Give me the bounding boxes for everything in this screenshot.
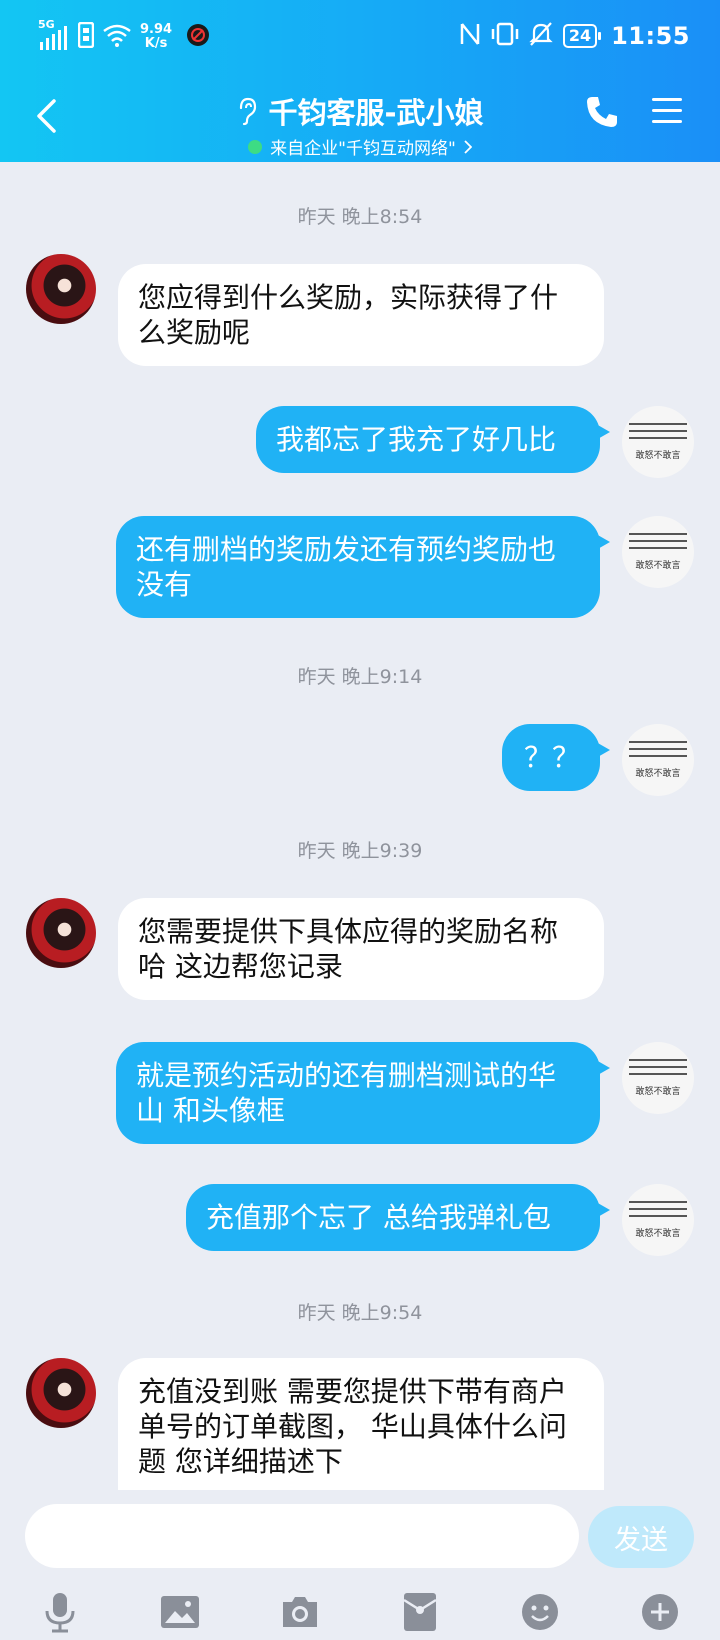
avatar-staff-lines: [629, 1059, 687, 1080]
clock: 11:55: [611, 22, 690, 50]
outgoing-message[interactable]: 就是预约活动的还有删档测试的华山 和头像框: [116, 1042, 610, 1144]
outgoing-message[interactable]: 我都忘了我充了好几比: [256, 406, 610, 473]
camera-icon: [283, 1597, 317, 1627]
photo-button[interactable]: [158, 1590, 202, 1634]
avatar-text: 敢怒不敢言: [635, 769, 681, 779]
call-button[interactable]: [584, 94, 624, 134]
incoming-message[interactable]: 您需要提供下具体应得的奖励名称哈 这边帮您记录: [118, 898, 604, 1000]
user-avatar[interactable]: 敢怒不敢言: [622, 516, 694, 588]
chat-title: 千钧客服-武小娘: [236, 90, 484, 132]
menu-button[interactable]: [650, 96, 688, 132]
agent-avatar[interactable]: [26, 254, 96, 324]
network-speed: 9.94 K/s: [140, 23, 172, 51]
timestamp: 昨天 晚上9:54: [297, 1302, 423, 1324]
no-disturb-icon: [186, 23, 210, 51]
avatar-text: 敢怒不敢言: [635, 1087, 681, 1097]
user-avatar[interactable]: 敢怒不敢言: [622, 1042, 694, 1114]
battery-indicator: 24: [562, 24, 602, 48]
image-icon: [161, 1596, 199, 1628]
avatar-staff-lines: [629, 741, 687, 762]
status-bar: 5G 9.94 K/s 24 11:55: [0, 0, 720, 72]
title-bar: 千钧客服-武小娘 来自企业"千钧互动网络": [0, 80, 720, 162]
vibrate-icon: [491, 22, 519, 50]
timestamp: 昨天 晚上9:39: [297, 840, 423, 862]
composer-toolbar: [0, 1586, 720, 1640]
timestamp: 昨天 晚上8:54: [297, 206, 423, 228]
agent-avatar[interactable]: [26, 1358, 96, 1428]
phone-icon: [587, 97, 617, 127]
voice-button[interactable]: [38, 1590, 82, 1634]
ear-icon: [240, 97, 257, 126]
microphone-icon: [45, 1593, 75, 1633]
avatar-text: 敢怒不敢言: [635, 1229, 681, 1239]
mute-icon: [529, 21, 553, 51]
chat-subtitle-text: 来自企业"千钧互动网络": [270, 139, 456, 159]
user-avatar[interactable]: 敢怒不敢言: [622, 724, 694, 796]
emoji-button[interactable]: [518, 1590, 562, 1634]
avatar-staff-lines: [629, 423, 687, 444]
more-button[interactable]: [638, 1590, 682, 1634]
speed-unit: K/s: [144, 36, 168, 51]
timestamp: 昨天 晚上9:14: [297, 666, 423, 688]
chat-title-text: 千钧客服-武小娘: [268, 96, 484, 130]
outgoing-message[interactable]: 充值那个忘了 总给我弹礼包: [186, 1184, 610, 1251]
send-button[interactable]: 发送: [588, 1506, 694, 1568]
chat-header: 5G 9.94 K/s 24 11:55 千钧客服-武小娘 来自企业"千钧互动网…: [0, 0, 720, 162]
avatar-text: 敢怒不敢言: [635, 561, 681, 571]
avatar-text: 敢怒不敢言: [635, 451, 681, 461]
red-packet-icon: [403, 1593, 437, 1631]
camera-button[interactable]: [278, 1590, 322, 1634]
avatar-staff-lines: [629, 533, 687, 554]
sim-icon: [77, 21, 95, 52]
chat-subtitle[interactable]: 来自企业"千钧互动网络": [248, 134, 472, 159]
signal-icon: 5G: [38, 18, 70, 50]
agent-avatar[interactable]: [26, 898, 96, 968]
online-status-dot: [248, 139, 263, 154]
plus-icon: [642, 1594, 678, 1630]
user-avatar[interactable]: 敢怒不敢言: [622, 406, 694, 478]
status-left: 5G 9.94 K/s: [38, 18, 210, 54]
avatar-staff-lines: [629, 1201, 687, 1222]
wifi-icon: [102, 23, 132, 51]
menu-icon: [652, 98, 682, 123]
nfc-icon: [459, 21, 481, 51]
red-packet-button[interactable]: [398, 1590, 442, 1634]
message-input[interactable]: [25, 1504, 579, 1568]
composer: 发送: [0, 1490, 720, 1640]
speed-value: 9.94: [140, 22, 173, 37]
emoji-icon: [522, 1594, 558, 1630]
incoming-message[interactable]: 充值没到账 需要您提供下带有商户单号的订单截图， 华山具体什么问题 您详细描述下: [118, 1358, 604, 1490]
outgoing-message[interactable]: 还有删档的奖励发还有预约奖励也没有: [116, 516, 610, 618]
status-right: 24 11:55: [459, 18, 690, 54]
user-avatar[interactable]: 敢怒不敢言: [622, 1184, 694, 1256]
chevron-right-icon: [464, 139, 472, 154]
outgoing-message[interactable]: ？？: [502, 724, 610, 791]
incoming-message[interactable]: 您应得到什么奖励，实际获得了什么奖励呢: [118, 264, 604, 366]
